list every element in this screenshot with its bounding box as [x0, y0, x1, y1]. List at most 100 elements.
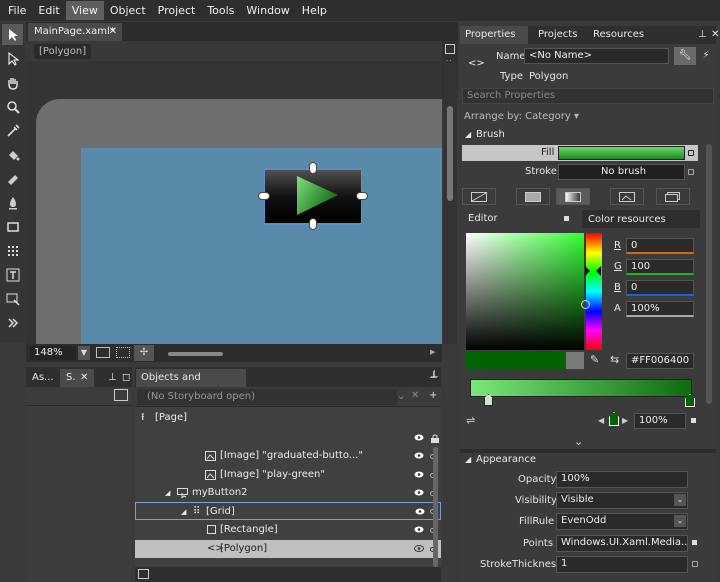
resize-handle-left[interactable] — [258, 192, 270, 200]
pan-icon[interactable] — [2, 72, 23, 93]
brush-section-header[interactable]: ◢ Brush — [460, 127, 716, 143]
add-state-icon[interactable] — [114, 389, 128, 401]
tree-scrollbar[interactable] — [433, 447, 438, 567]
hex-field[interactable]: #FF006400 — [626, 353, 694, 369]
no-brush-icon[interactable] — [462, 188, 496, 205]
wrench-icon[interactable]: 🔧︎ — [674, 47, 696, 65]
gradient-brush-icon[interactable] — [556, 188, 590, 205]
tree-item-polygon[interactable]: <> [Polygon] — [135, 540, 441, 558]
menu-file[interactable]: File — [2, 1, 32, 20]
fillrule-select[interactable]: EvenOdd ⌄ — [556, 513, 688, 530]
opacity-field[interactable]: 100% — [556, 471, 688, 488]
close-icon[interactable]: ✕ — [706, 26, 720, 44]
resize-handle-top[interactable] — [309, 162, 317, 174]
next-stop-icon[interactable]: ▶ — [622, 416, 628, 425]
tab-resources[interactable]: Resources — [588, 26, 649, 44]
gradient-icon[interactable] — [2, 168, 23, 189]
scroll-thumb[interactable] — [447, 106, 453, 201]
menu-window[interactable]: Window — [240, 1, 295, 20]
close-storyboard-icon[interactable]: ✕ — [411, 390, 419, 401]
storyboard-picker[interactable]: (No Storyboard open) — [137, 389, 397, 405]
scroll-right-icon[interactable]: ▶ — [430, 348, 435, 356]
direct-select-icon[interactable] — [2, 48, 23, 69]
a-field[interactable]: 100% — [626, 301, 694, 317]
events-lightning-icon[interactable]: ⚡︎ — [698, 47, 714, 65]
strokethickness-options[interactable] — [692, 561, 698, 567]
eye-icon[interactable] — [414, 489, 424, 496]
tab-objects-timeline[interactable]: Objects and Timeline — [136, 369, 246, 401]
visibility-select[interactable]: Visible ⌄ — [556, 492, 688, 509]
reverse-gradient-icon[interactable]: ⇌ — [466, 414, 475, 427]
fill-advanced-options[interactable] — [688, 150, 694, 156]
expand-triangle-icon[interactable]: ◢ — [165, 484, 170, 502]
name-field[interactable]: <No Name> — [524, 48, 669, 64]
swap-format-icon[interactable]: ⇆ — [610, 353, 619, 366]
eye-icon[interactable] — [414, 452, 424, 459]
hue-slider[interactable] — [586, 233, 602, 350]
appearance-section-header[interactable]: ◢ Appearance — [460, 452, 716, 468]
menu-object[interactable]: Object — [104, 1, 152, 20]
zoom-level[interactable]: 148% — [30, 346, 76, 360]
resource-brush-icon[interactable] — [656, 188, 690, 205]
gradient-bar[interactable] — [470, 379, 692, 397]
timeline-toggle-icon[interactable] — [138, 569, 149, 579]
chevron-down-icon[interactable]: ▼ — [78, 346, 90, 360]
add-storyboard-icon[interactable]: + — [429, 390, 437, 401]
close-icon[interactable]: ✕ — [109, 23, 117, 41]
stop-offset-field[interactable]: 100% — [634, 413, 686, 429]
eye-icon[interactable] — [414, 471, 424, 478]
expand-triangle-icon[interactable]: ◢ — [181, 503, 186, 521]
text-icon[interactable] — [2, 264, 23, 285]
r-field[interactable]: 0 — [626, 238, 694, 254]
menu-project[interactable]: Project — [152, 1, 202, 20]
brush-icon[interactable] — [2, 192, 23, 213]
pin-icon[interactable]: ⊥ — [430, 369, 439, 380]
artboard[interactable] — [26, 61, 442, 344]
tab-assets[interactable]: As... — [32, 369, 54, 387]
page-surface[interactable] — [81, 148, 442, 344]
eye-icon[interactable] — [414, 545, 424, 552]
points-options[interactable] — [692, 540, 697, 545]
menu-edit[interactable]: Edit — [32, 1, 65, 20]
snap-lines-icon[interactable]: ✢ — [134, 345, 154, 361]
selection-icon[interactable] — [2, 24, 23, 45]
snap-grid-icon[interactable] — [116, 347, 130, 358]
resize-handle-bottom[interactable] — [309, 218, 317, 230]
b-field[interactable]: 0 — [626, 280, 694, 296]
resize-handle-right[interactable] — [356, 192, 368, 200]
rectangle-icon[interactable] — [2, 216, 23, 237]
solid-brush-icon[interactable] — [516, 188, 550, 205]
more-tools-icon[interactable] — [2, 312, 23, 333]
search-properties[interactable]: Search Properties — [462, 88, 714, 104]
chevron-down-icon[interactable]: ⌄ — [397, 391, 405, 402]
hue-slider-thumb-right[interactable] — [596, 266, 601, 276]
expand-chevron-icon[interactable]: ⌄ — [574, 435, 583, 448]
menu-view[interactable]: View — [65, 1, 104, 20]
tab-states[interactable]: S. — [60, 369, 94, 387]
tree-item-image[interactable]: [Image] "play-green" — [135, 466, 441, 484]
tab-color-resources[interactable]: Color resources — [582, 210, 700, 228]
stroke-advanced-options[interactable] — [688, 169, 694, 175]
panel-menu-icon[interactable]: ◻ — [122, 369, 130, 387]
tree-item-page[interactable]: ⭱ [Page] — [135, 409, 441, 427]
breadcrumb[interactable]: [Polygon] — [34, 44, 92, 59]
hue-slider-thumb-left[interactable] — [585, 266, 590, 276]
close-icon[interactable]: ✕ — [80, 369, 88, 387]
eye-icon[interactable] — [415, 508, 425, 515]
snap-icon[interactable] — [445, 44, 455, 54]
tree-item-grid[interactable]: ◢ ⠿ [Grid] — [135, 502, 441, 520]
tab-mainpage[interactable]: MainPage.xaml* ✕ — [28, 23, 122, 41]
shape-icon[interactable] — [2, 288, 23, 309]
color-spectrum-field[interactable] — [466, 233, 584, 350]
g-field[interactable]: 100 — [626, 259, 694, 275]
tree-item-rectangle[interactable]: [Rectangle] — [135, 521, 441, 539]
fill-swatch[interactable] — [558, 146, 685, 160]
grid-view-icon[interactable] — [96, 347, 110, 358]
eyedropper-icon[interactable] — [2, 120, 23, 141]
stroke-swatch[interactable]: No brush — [558, 164, 685, 180]
color-picker-cursor[interactable] — [581, 300, 590, 309]
horizontal-scroll-thumb[interactable] — [168, 352, 223, 356]
grid-icon[interactable] — [2, 240, 23, 261]
tab-properties[interactable]: Properties ✕ — [460, 26, 528, 58]
arrange-by-dropdown[interactable]: Arrange by: Category ▾ — [464, 111, 579, 122]
